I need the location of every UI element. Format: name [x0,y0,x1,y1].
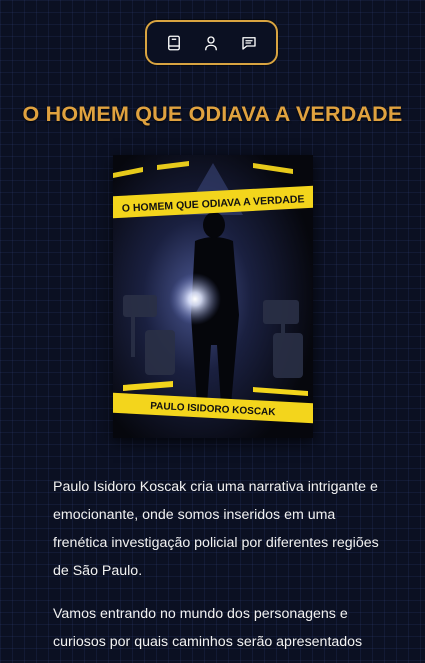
description-paragraph-1: Paulo Isidoro Koscak cria uma narrativa … [53,479,379,579]
top-nav [145,20,278,65]
user-icon[interactable] [198,30,224,56]
page-title: O HOMEM QUE ODIAVA A VERDADE [22,102,403,127]
description-paragraph-2: Vamos entrando no mundo dos personagens … [53,606,363,650]
book-cover: O HOMEM QUE ODIAVA A VERDADE PAULO ISIDO… [113,155,313,438]
book-icon[interactable] [161,30,187,56]
chat-icon[interactable] [236,30,262,56]
